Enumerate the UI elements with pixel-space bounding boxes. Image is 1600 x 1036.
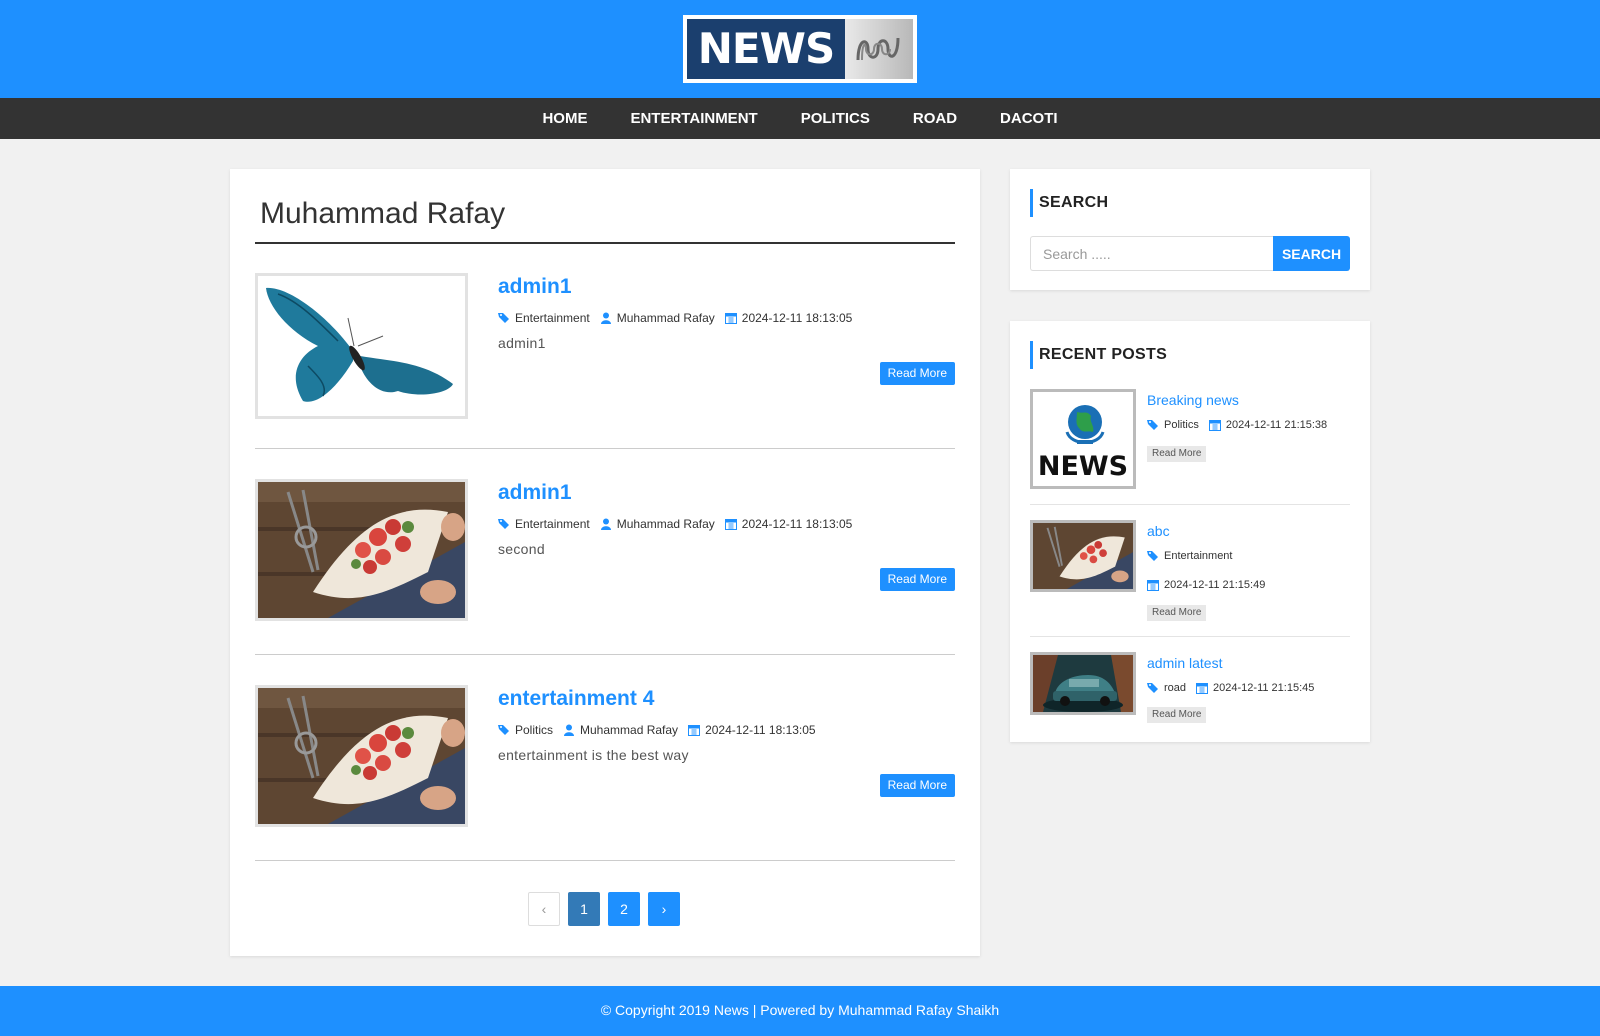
recent-post-image-news[interactable]: NEWS <box>1030 389 1136 489</box>
post-date: 2024-12-11 18:13:05 <box>724 517 852 531</box>
nav-item-road[interactable]: ROAD <box>891 98 978 139</box>
calendar-icon <box>1208 420 1221 431</box>
recent-read-more-button[interactable]: Read More <box>1147 446 1207 462</box>
post-author[interactable]: Muhammad Rafay <box>600 311 715 325</box>
post-category[interactable]: Politics <box>498 723 553 737</box>
nav-item-home[interactable]: HOME <box>521 98 609 139</box>
logo-mark <box>845 19 913 79</box>
recent-post-image-flowers[interactable] <box>1030 520 1136 592</box>
post-image-flowers[interactable] <box>255 685 468 827</box>
recent-read-more-button[interactable]: Read More <box>1147 605 1207 621</box>
post-title[interactable]: admin1 <box>498 275 572 299</box>
recent-post-meta: road 2024-12-11 21:15:45 <box>1147 682 1324 694</box>
calendar-icon <box>724 519 737 530</box>
main-nav: HOME ENTERTAINMENT POLITICS ROAD DACOTI <box>0 98 1600 139</box>
user-icon <box>600 518 611 530</box>
calendar-icon <box>688 725 701 736</box>
nav-item-politics[interactable]: POLITICS <box>779 98 891 139</box>
recent-post-title[interactable]: admin latest <box>1147 655 1222 671</box>
recent-post-category[interactable]: Entertainment <box>1147 550 1232 562</box>
footer-copyright: © Copyright 2019 News | Powered by Muham… <box>600 1002 1000 1018</box>
post-divider <box>255 860 955 861</box>
recent-post-date: 2024-12-11 21:15:38 <box>1208 419 1327 431</box>
recent-post-category[interactable]: Politics <box>1147 419 1199 431</box>
search-input[interactable] <box>1030 236 1273 271</box>
recent-post-title[interactable]: abc <box>1147 523 1170 539</box>
post-excerpt: second <box>498 541 545 557</box>
title-divider <box>255 242 955 244</box>
post-category[interactable]: Entertainment <box>498 517 590 531</box>
nav-item-entertainment[interactable]: ENTERTAINMENT <box>609 98 779 139</box>
post-image-butterfly[interactable] <box>255 273 468 419</box>
logo-text: NEWS <box>687 19 845 79</box>
search-button[interactable]: SEARCH <box>1273 236 1350 271</box>
logo-waves-icon <box>856 37 900 61</box>
post-meta: Entertainment Muhammad Rafay 2024-12-11 … <box>498 517 862 531</box>
post-excerpt: admin1 <box>498 335 546 351</box>
post-author[interactable]: Muhammad Rafay <box>563 723 678 737</box>
recent-post-category[interactable]: road <box>1147 682 1186 694</box>
post-image-flowers[interactable] <box>255 479 468 621</box>
tags-icon <box>1147 420 1158 430</box>
search-widget: SEARCH SEARCH <box>1010 169 1370 290</box>
recent-divider <box>1030 504 1350 505</box>
user-icon <box>564 724 575 736</box>
recent-posts-widget: RECENT POSTS NEWS Breaking news Politics… <box>1010 321 1370 742</box>
site-footer: © Copyright 2019 News | Powered by Muham… <box>0 986 1600 1036</box>
calendar-icon <box>724 313 737 324</box>
recent-post-title[interactable]: Breaking news <box>1147 392 1239 408</box>
search-widget-title: SEARCH <box>1030 189 1108 217</box>
read-more-button[interactable]: Read More <box>879 774 955 797</box>
nav-item-dacoti[interactable]: DACOTI <box>979 98 1080 139</box>
calendar-icon <box>1147 580 1159 591</box>
recent-post-image-car[interactable] <box>1030 652 1136 715</box>
post-date: 2024-12-11 18:13:05 <box>688 723 816 737</box>
tags-icon <box>1147 683 1158 693</box>
page-title: Muhammad Rafay <box>260 197 506 230</box>
site-header: NEWS <box>0 0 1600 98</box>
tags-icon <box>1147 551 1158 561</box>
calendar-icon <box>1196 683 1209 694</box>
pagination-page-1[interactable]: 1 <box>568 892 600 926</box>
recent-image-text: NEWS <box>1038 451 1128 482</box>
tags-icon <box>498 313 509 323</box>
recent-post-date: 2024-12-11 21:15:49 <box>1147 579 1265 591</box>
recent-posts-title: RECENT POSTS <box>1030 341 1167 369</box>
post-divider <box>255 654 955 655</box>
recent-divider <box>1030 636 1350 637</box>
recent-post-meta: Politics 2024-12-11 21:15:38 <box>1147 419 1337 431</box>
pagination-prev-button[interactable]: ‹ <box>528 892 560 926</box>
post-title[interactable]: entertainment 4 <box>498 687 654 711</box>
post-category[interactable]: Entertainment <box>498 311 590 325</box>
post-title[interactable]: admin1 <box>498 481 572 505</box>
tags-icon <box>498 519 509 529</box>
recent-post-date: 2024-12-11 21:15:45 <box>1196 682 1314 694</box>
post-divider <box>255 448 955 449</box>
read-more-button[interactable]: Read More <box>879 568 955 591</box>
post-date: 2024-12-11 18:13:05 <box>724 311 852 325</box>
pagination-page-2[interactable]: 2 <box>608 892 640 926</box>
user-icon <box>600 312 611 324</box>
post-excerpt: entertainment is the best way <box>498 747 689 763</box>
main-content: Muhammad Rafay admin1 Entertainment Muha… <box>230 169 980 956</box>
pagination: ‹ 1 2 › <box>528 892 680 926</box>
recent-read-more-button[interactable]: Read More <box>1147 707 1207 723</box>
site-logo[interactable]: NEWS <box>683 15 917 83</box>
pagination-next-button[interactable]: › <box>648 892 680 926</box>
tags-icon <box>498 725 509 735</box>
post-meta: Politics Muhammad Rafay 2024-12-11 18:13… <box>498 723 826 737</box>
post-meta: Entertainment Muhammad Rafay 2024-12-11 … <box>498 311 862 325</box>
post-author[interactable]: Muhammad Rafay <box>600 517 715 531</box>
read-more-button[interactable]: Read More <box>879 362 955 385</box>
